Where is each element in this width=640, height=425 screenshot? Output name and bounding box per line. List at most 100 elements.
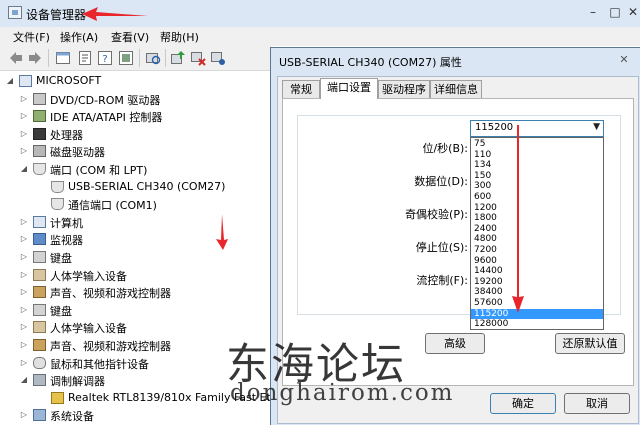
expand-arrow-icon[interactable]: ▷ — [20, 305, 28, 314]
collapse-arrow-icon[interactable]: ◢ — [20, 376, 28, 384]
expand-arrow-icon[interactable]: ▷ — [20, 217, 28, 226]
dvd-drive-icon — [33, 92, 46, 105]
expand-arrow-icon[interactable]: ▷ — [20, 112, 28, 120]
collapse-arrow-icon[interactable]: ◢ — [6, 77, 14, 85]
tree-item-label: DVD/CD-ROM 驱动器 — [50, 93, 161, 107]
disable-icon[interactable] — [210, 50, 226, 66]
tree-item-label: 处理器 — [50, 128, 83, 142]
baud-rate-dropdown-list[interactable]: 75 110 134 150 300 600 1200 1800 2400 4800 7200 960… — [470, 137, 604, 330]
tree-item[interactable]: ▷ 键盘 — [0, 302, 272, 319]
tree-item[interactable]: ▷ 磁盘驱动器 — [0, 143, 272, 160]
baud-rate-option[interactable]: 115200 — [471, 308, 603, 320]
baud-rate-option[interactable]: 128000 — [471, 319, 603, 330]
tree-item-label: 声音、视频和游戏控制器 — [50, 340, 171, 353]
expand-arrow-icon[interactable]: ▷ — [20, 358, 28, 367]
stop-bits-label: 停止位(S): — [415, 241, 468, 254]
baud-rate-option[interactable]: 19200 — [471, 277, 603, 288]
expand-arrow-icon[interactable]: ▷ — [20, 323, 28, 331]
dialog-title: USB-SERIAL CH340 (COM27) 属性 — [279, 56, 462, 69]
baud-rate-option[interactable]: 134 — [471, 160, 603, 171]
baud-rate-option[interactable]: 38400 — [471, 287, 603, 298]
scan-hardware-icon[interactable] — [145, 50, 161, 66]
tree-item-label: USB-SERIAL CH340 (COM27) — [68, 179, 226, 193]
update-driver-icon[interactable] — [170, 50, 186, 66]
menu-file[interactable]: 文件(F) — [13, 29, 50, 45]
tree-item[interactable]: ▷ IDE ATA/ATAPI 控制器 — [0, 108, 272, 125]
menu-view[interactable]: 查看(V) — [111, 29, 149, 45]
tree-item[interactable]: USB-SERIAL CH340 (COM27) — [0, 179, 272, 196]
expand-arrow-icon[interactable]: ▷ — [20, 235, 28, 243]
svg-text:?: ? — [102, 54, 107, 65]
baud-rate-option[interactable]: 2400 — [471, 224, 603, 235]
baud-rate-option[interactable]: 9600 — [471, 256, 603, 267]
tree-item[interactable]: ▷ 键盘 — [0, 249, 272, 266]
baud-rate-option[interactable]: 75 — [471, 139, 603, 150]
properties-icon[interactable] — [77, 50, 93, 66]
restore-defaults-button[interactable]: 还原默认值 — [555, 333, 625, 354]
back-icon[interactable] — [8, 50, 24, 66]
tab-driver[interactable]: 驱动程序 — [378, 80, 430, 98]
tree-item[interactable]: ◢ 端口 (COM 和 LPT) — [0, 161, 272, 178]
tab-general[interactable]: 常规 — [282, 80, 320, 98]
menu-action[interactable]: 操作(A) — [60, 29, 98, 45]
tree-item-label: 计算机 — [50, 216, 83, 230]
tree-item-label: 端口 (COM 和 LPT) — [50, 164, 148, 177]
close-button[interactable]: ✕ — [626, 5, 640, 19]
expand-arrow-icon[interactable]: ▷ — [20, 288, 28, 296]
uninstall-icon[interactable] — [190, 50, 206, 66]
baud-rate-option[interactable]: 1200 — [471, 203, 603, 214]
ok-button[interactable]: 确定 — [490, 393, 556, 414]
tree-item[interactable]: ▷ 系统设备 — [0, 407, 272, 424]
baud-rate-option[interactable]: 150 — [471, 171, 603, 182]
device-manager-icon — [8, 6, 22, 19]
tree-item[interactable]: ◢ MICROSOFT — [0, 73, 272, 90]
baud-rate-option[interactable]: 1800 — [471, 213, 603, 224]
baud-rate-option[interactable]: 14400 — [471, 266, 603, 277]
tree-item-label: 人体学输入设备 — [50, 269, 127, 283]
disk-drive-icon — [33, 145, 46, 158]
tree-item[interactable]: ▷ 声音、视频和游戏控制器 — [0, 284, 272, 301]
baud-rate-option[interactable]: 57600 — [471, 298, 603, 309]
expand-arrow-icon[interactable]: ▷ — [20, 253, 28, 261]
tab-port-settings[interactable]: 端口设置 — [320, 78, 378, 99]
expand-arrow-icon[interactable]: ▷ — [20, 147, 28, 155]
dialog-close-button[interactable]: ✕ — [614, 53, 634, 67]
advanced-button[interactable]: 高级 — [425, 333, 485, 354]
expand-arrow-icon[interactable]: ▷ — [20, 129, 28, 138]
baud-rate-option[interactable]: 7200 — [471, 245, 603, 256]
baud-rate-select[interactable]: 115200 ▼ — [470, 120, 604, 137]
tree-item[interactable]: ▷ 人体学输入设备 — [0, 267, 272, 284]
baud-rate-option[interactable]: 600 — [471, 192, 603, 203]
tree-item-label: 键盘 — [50, 252, 72, 265]
expand-arrow-icon[interactable]: ▷ — [20, 411, 28, 419]
computer-icon — [33, 215, 46, 228]
expand-arrow-icon[interactable]: ▷ — [20, 270, 28, 279]
tree-item[interactable]: 通信端口 (COM1) — [0, 196, 272, 213]
menu-help[interactable]: 帮助(H) — [160, 29, 199, 45]
expand-arrow-icon[interactable]: ▷ — [20, 94, 28, 103]
baud-rate-option[interactable]: 4800 — [471, 234, 603, 245]
device-view-icon[interactable] — [55, 50, 71, 66]
baud-rate-option[interactable]: 110 — [471, 150, 603, 161]
forward-icon[interactable] — [27, 50, 43, 66]
maximize-button[interactable]: □ — [606, 5, 624, 19]
tree-item-label: 系统设备 — [50, 410, 94, 424]
baud-rate-option[interactable]: 300 — [471, 181, 603, 192]
collapse-arrow-icon[interactable]: ◢ — [20, 165, 28, 173]
help-icon[interactable]: ? — [97, 50, 113, 66]
tab-details[interactable]: 详细信息 — [430, 80, 482, 98]
tree-item[interactable]: ▷ DVD/CD-ROM 驱动器 — [0, 91, 272, 108]
chevron-down-icon: ▼ — [593, 122, 600, 132]
monitor-icon — [33, 233, 46, 246]
tree-item-label: MICROSOFT — [36, 74, 102, 87]
cancel-button[interactable]: 取消 — [564, 393, 630, 414]
minimize-button[interactable]: – — [584, 5, 602, 19]
port-icon — [51, 180, 64, 193]
tree-item-label: 磁盘驱动器 — [50, 146, 105, 160]
device-list-icon[interactable] — [118, 50, 134, 66]
menu-bar: 文件(F) 操作(A) 查看(V) 帮助(H) — [0, 27, 640, 46]
system-device-icon — [33, 409, 46, 422]
expand-arrow-icon[interactable]: ▷ — [20, 341, 28, 349]
tree-item[interactable]: ▷ 处理器 — [0, 126, 272, 143]
toolbar-separator — [165, 49, 166, 67]
